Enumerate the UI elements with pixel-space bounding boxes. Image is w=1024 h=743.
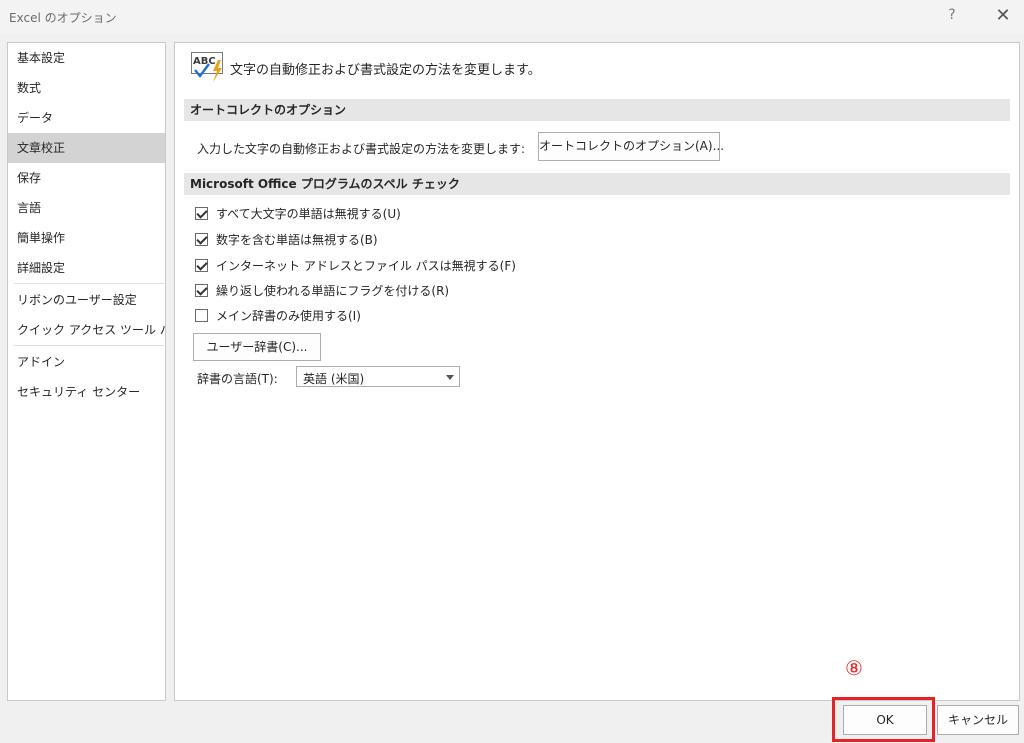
sidebar-divider <box>14 283 164 284</box>
sidebar-item-trust-center[interactable]: セキュリティ センター <box>8 377 165 407</box>
dictionary-language-value: 英語 (米国) <box>303 372 365 386</box>
sidebar-item-proofing[interactable]: 文章校正 <box>8 133 165 163</box>
sidebar-item-accessibility[interactable]: 簡単操作 <box>8 223 165 253</box>
cancel-button[interactable]: キャンセル <box>937 705 1019 735</box>
sidebar-item-quick-access-toolbar[interactable]: クイック アクセス ツール バー <box>8 315 165 345</box>
option-label: インターネット アドレスとファイル パスは無視する(F) <box>216 259 516 273</box>
sidebar-item-save[interactable]: 保存 <box>8 163 165 193</box>
checkbox[interactable] <box>195 233 208 246</box>
option-label: メイン辞書のみ使用する(I) <box>216 309 361 323</box>
dictionary-language-select[interactable]: 英語 (米国) <box>296 366 460 387</box>
step-marker: ⑧ <box>845 656 863 680</box>
checkmark-icon <box>196 233 208 245</box>
checkmark-icon <box>196 207 208 219</box>
sidebar-item-add-ins[interactable]: アドイン <box>8 347 165 377</box>
sidebar-item-advanced[interactable]: 詳細設定 <box>8 253 165 283</box>
autocorrect-options-button[interactable]: オートコレクトのオプション(A)... <box>538 132 724 161</box>
chevron-down-icon <box>446 375 454 380</box>
section-spelling: Microsoft Office プログラムのスペル チェック <box>184 173 1010 195</box>
checkbox[interactable] <box>195 207 208 220</box>
option-label: すべて大文字の単語は無視する(U) <box>216 207 401 221</box>
sidebar-item-general[interactable]: 基本設定 <box>8 43 165 73</box>
abc-proofing-icon: ABC <box>191 52 223 82</box>
checkmark-icon <box>196 284 208 296</box>
sidebar-item-customize-ribbon[interactable]: リボンのユーザー設定 <box>8 285 165 315</box>
sidebar-item-formulas[interactable]: 数式 <box>8 73 165 103</box>
proofing-panel: ABC 文字の自動修正および書式設定の方法を変更します。 オートコレクトのオプシ… <box>174 42 1020 701</box>
help-icon[interactable]: ? <box>943 7 961 25</box>
checkbox[interactable] <box>195 309 208 322</box>
dictionary-language-label: 辞書の言語(T): <box>197 372 278 386</box>
option-label: 繰り返し使われる単語にフラグを付ける(R) <box>216 284 450 298</box>
option-label: 数字を含む単語は無視する(B) <box>216 233 378 247</box>
ok-button[interactable]: OK <box>843 705 927 735</box>
checkmark-icon <box>196 259 208 271</box>
autocorrect-description: 入力した文字の自動修正および書式設定の方法を変更します: <box>197 142 526 156</box>
sidebar-divider <box>14 345 164 346</box>
sidebar-item-data[interactable]: データ <box>8 103 165 133</box>
sidebar-item-language[interactable]: 言語 <box>8 193 165 223</box>
page-heading: 文字の自動修正および書式設定の方法を変更します。 <box>230 63 541 78</box>
svg-text:ABC: ABC <box>193 56 216 67</box>
close-icon[interactable]: ✕ <box>994 6 1012 26</box>
checkbox[interactable] <box>195 284 208 297</box>
options-sidebar: 基本設定 数式 データ 文章校正 保存 言語 簡単操作 詳細設定 リボンのユーザ… <box>7 42 166 701</box>
section-autocorrect: オートコレクトのオプション <box>184 99 1010 121</box>
checkbox[interactable] <box>195 259 208 272</box>
title-bar: Excel のオプション ? ✕ <box>0 0 1024 34</box>
window-title: Excel のオプション <box>9 11 117 25</box>
custom-dictionaries-button[interactable]: ユーザー辞書(C)... <box>193 333 321 361</box>
